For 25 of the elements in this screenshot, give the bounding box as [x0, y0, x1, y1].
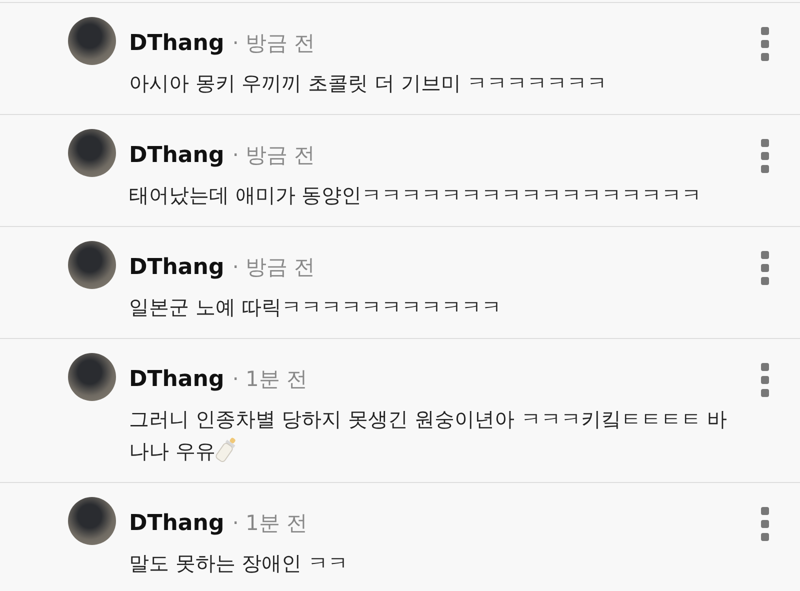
comment-time: · 방금 전 [232, 254, 316, 281]
comment-text: 그러니 인종차별 당하지 못생긴 원숭이년아 ㅋㅋㅋ키킼ㅌㅌㅌㅌ 바나나 우유 [129, 406, 728, 466]
comment-time: · 1분 전 [232, 510, 308, 537]
comment-time: · 방금 전 [232, 30, 316, 57]
author-name[interactable]: DThang [129, 252, 224, 284]
avatar-photo[interactable] [68, 353, 116, 401]
author-name[interactable]: DThang [129, 140, 224, 172]
author-name[interactable]: DThang [129, 28, 224, 60]
author-name[interactable]: DThang [129, 508, 224, 540]
more-menu-icon[interactable] [760, 507, 770, 541]
more-menu-icon[interactable] [760, 363, 770, 397]
more-menu-icon[interactable] [760, 27, 770, 61]
more-menu-icon[interactable] [760, 139, 770, 173]
avatar-photo[interactable] [68, 17, 116, 65]
comment-text: 일본군 노예 따릭ㅋㅋㅋㅋㅋㅋㅋㅋㅋㅋㅋ [129, 294, 503, 321]
more-menu-icon[interactable] [760, 251, 770, 285]
comment-text: 태어났는데 애미가 동양인ㅋㅋㅋㅋㅋㅋㅋㅋㅋㅋㅋㅋㅋㅋㅋㅋㅋ [129, 182, 703, 209]
comment-text: 말도 못하는 장애인 ㅋㅋ [129, 550, 350, 577]
comment-time: · 1분 전 [232, 366, 308, 393]
avatar-photo[interactable] [68, 241, 116, 289]
comment-text: 아시아 몽키 우끼끼 초콜릿 더 기브미 ㅋㅋㅋㅋㅋㅋㅋ [129, 70, 608, 97]
avatar-photo[interactable] [68, 497, 116, 545]
avatar-photo[interactable] [68, 129, 116, 177]
comment-time: · 방금 전 [232, 142, 316, 169]
author-name[interactable]: DThang [129, 364, 224, 396]
